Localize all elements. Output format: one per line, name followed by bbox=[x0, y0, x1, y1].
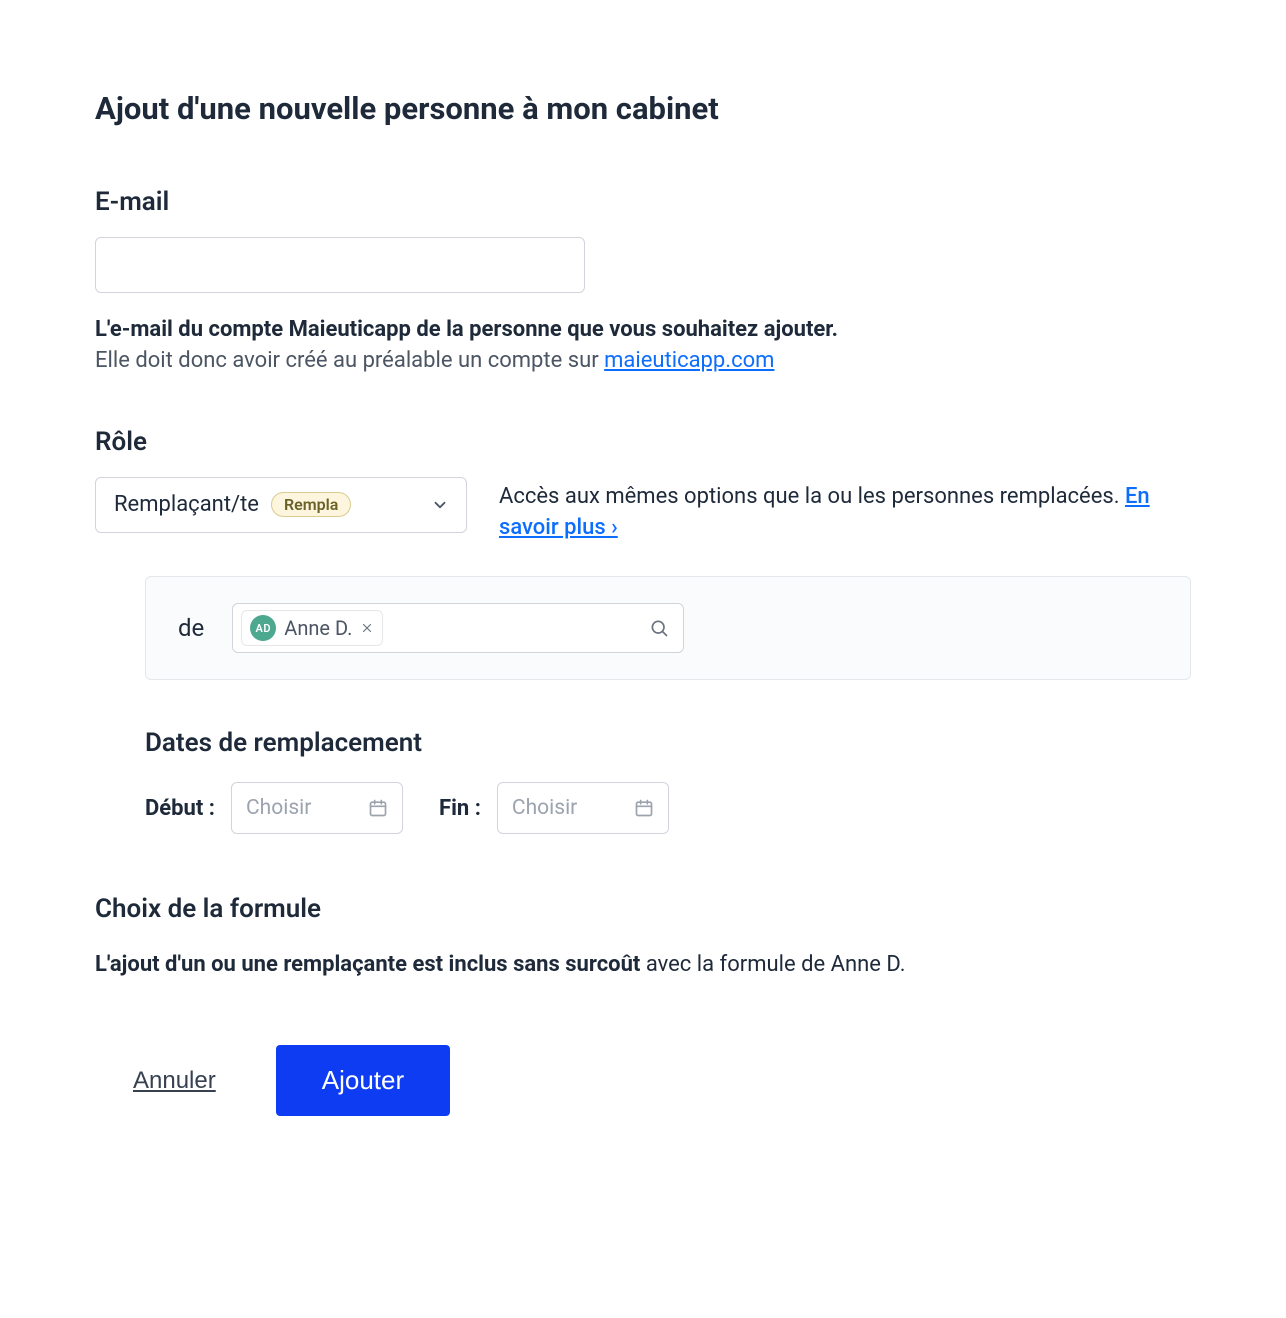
close-icon[interactable] bbox=[360, 621, 374, 635]
replaced-person-panel: de AD Anne D. bbox=[145, 576, 1191, 680]
person-name: Anne D. bbox=[284, 616, 352, 640]
chevron-down-icon bbox=[431, 496, 449, 514]
email-field-group: E-mail L'e-mail du compte Maieuticapp de… bbox=[95, 187, 1191, 377]
maieuticapp-link[interactable]: maieuticapp.com bbox=[604, 348, 774, 373]
end-date-placeholder: Choisir bbox=[512, 796, 577, 820]
start-date-label: Début : bbox=[145, 796, 215, 821]
end-date-label: Fin : bbox=[439, 796, 481, 821]
role-label: Rôle bbox=[95, 427, 1191, 457]
role-select-wrapper: Remplaçant/te Rempla bbox=[95, 477, 467, 533]
avatar: AD bbox=[250, 615, 276, 641]
email-help: L'e-mail du compte Maieuticapp de la per… bbox=[95, 315, 1191, 377]
formula-text: L'ajout d'un ou une remplaçante est incl… bbox=[95, 950, 1191, 981]
page-title: Ajout d'une nouvelle personne à mon cabi… bbox=[95, 90, 1191, 127]
formula-section: Choix de la formule L'ajout d'un ou une … bbox=[95, 894, 1191, 981]
person-select[interactable]: AD Anne D. bbox=[232, 603, 684, 653]
role-row: Remplaçant/te Rempla Accès aux mêmes opt… bbox=[95, 477, 1191, 545]
calendar-icon bbox=[368, 798, 388, 818]
search-icon bbox=[649, 618, 669, 638]
dates-row: Début : Choisir Fin : Choisir bbox=[145, 782, 1191, 834]
role-select-value: Remplaçant/te bbox=[114, 492, 259, 517]
calendar-icon bbox=[634, 798, 654, 818]
email-label: E-mail bbox=[95, 187, 1191, 217]
submit-button[interactable]: Ajouter bbox=[276, 1045, 450, 1116]
formula-title: Choix de la formule bbox=[95, 894, 1191, 924]
email-input[interactable] bbox=[95, 237, 585, 293]
end-date-input[interactable]: Choisir bbox=[497, 782, 669, 834]
role-description: Accès aux mêmes options que la ou les pe… bbox=[499, 477, 1191, 545]
de-label: de bbox=[178, 614, 204, 642]
start-date-placeholder: Choisir bbox=[246, 796, 311, 820]
role-badge: Rempla bbox=[271, 492, 351, 517]
dates-title: Dates de remplacement bbox=[145, 728, 1191, 758]
email-help-text: Elle doit donc avoir créé au préalable u… bbox=[95, 346, 1191, 377]
cancel-button[interactable]: Annuler bbox=[133, 1067, 216, 1095]
role-select[interactable]: Remplaçant/te Rempla bbox=[95, 477, 467, 533]
email-help-bold: L'e-mail du compte Maieuticapp de la per… bbox=[95, 315, 1191, 346]
actions-row: Annuler Ajouter bbox=[95, 1045, 1191, 1116]
dates-section: Dates de remplacement Début : Choisir Fi… bbox=[145, 728, 1191, 834]
person-chip: AD Anne D. bbox=[241, 610, 383, 646]
start-date-input[interactable]: Choisir bbox=[231, 782, 403, 834]
